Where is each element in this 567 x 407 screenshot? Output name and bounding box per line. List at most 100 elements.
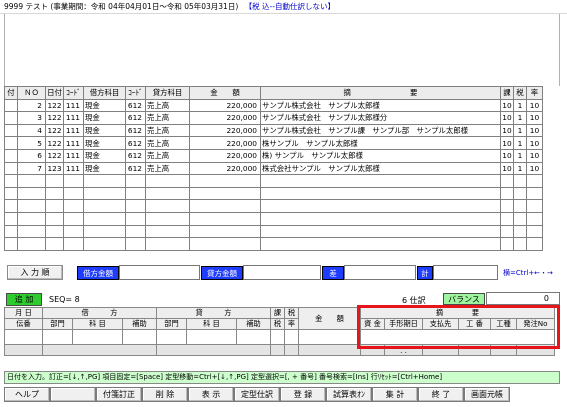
status-bar: 日付を入力。訂正=[↓,↑,PG] 項目固定=[Space] 定型移動=Ctrl… bbox=[4, 371, 560, 384]
debit-sub-input[interactable] bbox=[122, 329, 157, 345]
cell-no: 5 bbox=[17, 136, 46, 150]
col-credit-code: ｺｰﾄﾞ bbox=[125, 86, 146, 100]
cell-debit-account: 現金 bbox=[83, 161, 126, 176]
debit-name-field bbox=[42, 344, 157, 356]
fkey-ledger-button[interactable]: 画面元帳 bbox=[464, 387, 510, 402]
empty-cell bbox=[526, 211, 543, 226]
empty-cell bbox=[63, 237, 84, 251]
hdr-amount: 金 額 bbox=[298, 307, 361, 330]
credit-sub-input[interactable] bbox=[236, 329, 271, 345]
fkey-template-button[interactable]: 定型仕訳 bbox=[234, 387, 280, 402]
fkey-trial-balance-button[interactable]: 試算表ｵﾝ bbox=[326, 387, 372, 402]
balance-value: 0 bbox=[486, 292, 560, 305]
col-no: ＮＯ bbox=[17, 86, 46, 100]
cell-memo: 株サンプル サンプル太郎様 bbox=[260, 136, 501, 150]
empty-row[interactable] bbox=[4, 224, 543, 239]
table-row[interactable]: 3 122 111 現金 612 売上高 220,000 サンプル株式会社 サンプル太郎様分 1… bbox=[4, 111, 543, 125]
cell-zei: 1 bbox=[513, 111, 527, 125]
empty-cell bbox=[125, 237, 146, 251]
cell-tag bbox=[4, 98, 18, 113]
empty-cell bbox=[513, 186, 527, 201]
zei-input[interactable] bbox=[284, 329, 299, 345]
hdr-rate: 率 bbox=[284, 318, 299, 330]
cell-date: 122 bbox=[45, 98, 64, 113]
empty-row[interactable] bbox=[4, 186, 543, 201]
empty-cell bbox=[83, 237, 126, 251]
table-row[interactable]: 5 122 111 現金 612 売上高 220,000 株サンプル サンプル太郎様 10 1 10 bbox=[4, 136, 543, 150]
empty-row[interactable] bbox=[4, 174, 543, 188]
credit-dept-input[interactable] bbox=[156, 329, 187, 345]
empty-cell bbox=[526, 186, 543, 201]
hdr-tax: 税 bbox=[270, 318, 285, 330]
cell-zei: 1 bbox=[513, 123, 527, 138]
order-no-field[interactable] bbox=[516, 344, 555, 356]
fkey-2-button[interactable] bbox=[50, 387, 96, 402]
cell-date: 122 bbox=[45, 148, 64, 163]
hdr-order-no: 発注No bbox=[516, 318, 555, 330]
memo-section: 摘 要 資 金 手形期日 支払先 工 番 工種 発注No . . bbox=[360, 307, 555, 356]
cell-tag bbox=[4, 123, 18, 138]
empty-cell bbox=[513, 237, 527, 251]
amount-input[interactable] bbox=[298, 329, 361, 345]
rate-field bbox=[284, 344, 299, 356]
hdr-credit-account: 科 目 bbox=[186, 318, 237, 330]
col-ka: 課 bbox=[500, 86, 514, 100]
work-no-field[interactable] bbox=[458, 344, 491, 356]
empty-cell bbox=[513, 224, 527, 239]
journal-count: 6 仕訳 bbox=[402, 296, 426, 305]
empty-cell bbox=[45, 211, 64, 226]
cell-debit-account: 現金 bbox=[83, 136, 126, 150]
cell-date: 122 bbox=[45, 123, 64, 138]
empty-cell bbox=[189, 224, 261, 239]
input-order-button[interactable]: 入 力 順 bbox=[7, 265, 63, 280]
slip-no-field[interactable] bbox=[4, 344, 43, 356]
empty-row[interactable] bbox=[4, 199, 543, 213]
bill-due-field[interactable]: . . bbox=[384, 344, 423, 356]
empty-cell bbox=[4, 224, 18, 239]
empty-cell bbox=[189, 186, 261, 201]
ka-input[interactable] bbox=[270, 329, 285, 345]
payee-field[interactable] bbox=[422, 344, 459, 356]
scroll-hint: 横=Ctrl+←・→ bbox=[503, 269, 553, 277]
hdr-credit-sub: 補助 bbox=[236, 318, 271, 330]
fkey-sticky-edit-button[interactable]: 付箋訂正 bbox=[96, 387, 142, 402]
col-tag: 付 bbox=[4, 86, 18, 100]
hdr-work-type: 工種 bbox=[490, 318, 517, 330]
cell-rate: 10 bbox=[526, 98, 543, 113]
debit-account-input[interactable] bbox=[72, 329, 123, 345]
table-row[interactable]: 2 122 111 現金 612 売上高 220,000 サンプル株式会社 サンプル太郎様 10… bbox=[4, 98, 543, 113]
table-row[interactable]: 7 123 111 現金 612 売上高 220,000 株式会社サンプル サンプル太郎様 10… bbox=[4, 161, 543, 176]
credit-account-input[interactable] bbox=[186, 329, 237, 345]
col-rate: 率 bbox=[526, 86, 543, 100]
hdr-month-day: 月 日 bbox=[4, 307, 43, 319]
empty-cell bbox=[526, 199, 543, 213]
hdr-memo: 摘 要 bbox=[360, 307, 555, 319]
funds-field[interactable] bbox=[360, 344, 385, 356]
work-type-field[interactable] bbox=[490, 344, 517, 356]
empty-cell bbox=[189, 237, 261, 251]
debit-dept-input[interactable] bbox=[42, 329, 73, 345]
empty-cell bbox=[17, 186, 46, 201]
date-input[interactable] bbox=[4, 329, 43, 345]
cell-debit-account: 現金 bbox=[83, 98, 126, 113]
cell-credit-code: 612 bbox=[125, 148, 146, 163]
empty-cell bbox=[189, 174, 261, 188]
fkey-display-button[interactable]: 表 示 bbox=[188, 387, 234, 402]
fkey-help-button[interactable]: ヘルプ bbox=[4, 387, 50, 402]
empty-row[interactable] bbox=[4, 237, 543, 251]
fkey-register-button[interactable]: 登 録 bbox=[280, 387, 326, 402]
fkey-delete-button[interactable]: 削 除 bbox=[142, 387, 188, 402]
balance-label: バランス bbox=[443, 293, 485, 305]
cell-credit-account: 売上高 bbox=[145, 136, 190, 150]
cell-date: 122 bbox=[45, 136, 64, 150]
cell-zei: 1 bbox=[513, 136, 527, 150]
hdr-debit: 借 方 bbox=[42, 307, 157, 319]
fkey-exit-button[interactable]: 終 了 bbox=[418, 387, 464, 402]
table-row[interactable]: 4 122 111 現金 612 売上高 220,000 サンプル株式会社 サンプル課 サンプ… bbox=[4, 123, 543, 138]
table-row[interactable]: 6 122 111 現金 612 売上高 220,000 株) サンプル サンプル太郎様 10 1… bbox=[4, 148, 543, 163]
empty-row[interactable] bbox=[4, 211, 543, 226]
fkey-aggregate-button[interactable]: 集 計 bbox=[372, 387, 418, 402]
memo-input[interactable] bbox=[360, 329, 555, 345]
cell-credit-account: 売上高 bbox=[145, 98, 190, 113]
empty-cell bbox=[145, 237, 190, 251]
